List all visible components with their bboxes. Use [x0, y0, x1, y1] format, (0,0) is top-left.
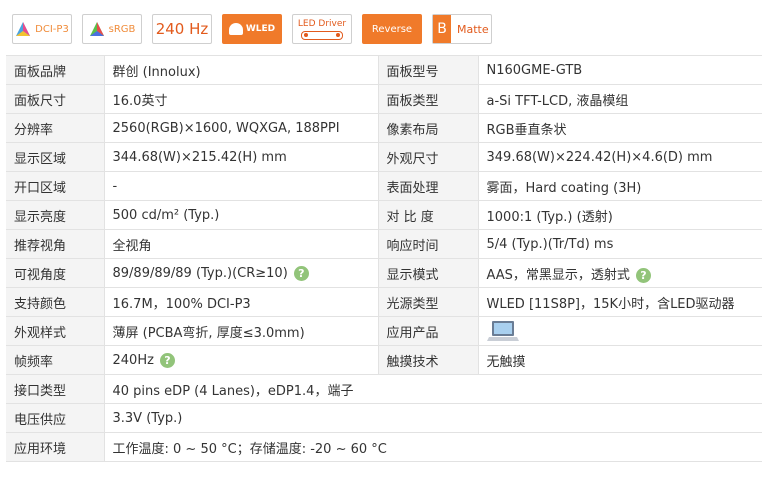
spec-value: 240Hz?	[104, 345, 379, 375]
spec-label: 面板型号	[378, 55, 479, 85]
table-row: 分辨率 2560(RGB)×1600, WQXGA, 188PPI 像素布局 R…	[6, 113, 762, 143]
spec-label: 应用环境	[6, 432, 105, 462]
spec-label: 外观尺寸	[378, 142, 479, 172]
spec-label: 电压供应	[6, 403, 105, 433]
spec-label: 响应时间	[378, 229, 479, 259]
spec-table: 面板品牌 群创 (Innolux) 面板型号 N160GME-GTB 面板尺寸 …	[6, 55, 762, 462]
spec-value: 344.68(W)×215.42(H) mm	[104, 142, 379, 172]
spec-value: 2560(RGB)×1600, WQXGA, 188PPI	[104, 113, 379, 143]
spec-value: N160GME-GTB	[478, 55, 762, 85]
spec-label: 面板品牌	[6, 55, 105, 85]
refresh-rate-badge: 240 Hz	[152, 14, 212, 44]
help-icon[interactable]: ?	[293, 265, 309, 281]
color-triangle-icon	[16, 22, 31, 36]
table-row: 外观样式 薄屏 (PCBA弯折, 厚度≤3.0mm) 应用产品	[6, 316, 762, 346]
spec-label: 开口区域	[6, 171, 105, 201]
feature-badges: DCI-P3 sRGB 240 Hz WLED LED Driver Rever…	[12, 12, 502, 46]
color-triangle-icon	[89, 22, 104, 36]
spec-value: 薄屏 (PCBA弯折, 厚度≤3.0mm)	[104, 316, 379, 346]
table-row: 电压供应 3.3V (Typ.)	[6, 403, 762, 433]
spec-value: 雾面，Hard coating (3H)	[478, 171, 762, 201]
spec-value: 无触摸	[478, 345, 762, 375]
help-icon[interactable]: ?	[159, 352, 175, 368]
spec-value: 3.3V (Typ.)	[104, 403, 762, 433]
spec-label: 面板尺寸	[6, 84, 105, 114]
spec-label: 触摸技术	[378, 345, 479, 375]
spec-label: 支持颜色	[6, 287, 105, 317]
spec-value: 89/89/89/89 (Typ.)(CR≥10)?	[104, 258, 379, 288]
table-row: 显示亮度 500 cd/m² (Typ.) 对 比 度 1000:1 (Typ.…	[6, 200, 762, 230]
spec-value: AAS，常黑显示，透射式?	[478, 258, 762, 288]
table-row: 可视角度 89/89/89/89 (Typ.)(CR≥10)? 显示模式 AAS…	[6, 258, 762, 288]
spec-value: RGB垂直条状	[478, 113, 762, 143]
spec-label: 光源类型	[378, 287, 479, 317]
help-icon[interactable]: ?	[635, 267, 651, 283]
spec-label: 接口类型	[6, 374, 105, 404]
spec-label: 显示模式	[378, 258, 479, 288]
wled-badge: WLED	[222, 14, 282, 44]
spec-label: 面板类型	[378, 84, 479, 114]
matte-badge: B Matte	[432, 14, 492, 44]
spec-value: 16.7M，100% DCI-P3	[104, 287, 379, 317]
table-row: 面板尺寸 16.0英寸 面板类型 a-Si TFT-LCD, 液晶模组	[6, 84, 762, 114]
spec-value	[478, 316, 762, 346]
table-row: 帧频率 240Hz? 触摸技术 无触摸	[6, 345, 762, 375]
table-row: 面板品牌 群创 (Innolux) 面板型号 N160GME-GTB	[6, 55, 762, 85]
led-driver-badge: LED Driver	[292, 14, 352, 44]
reverse-badge: Reverse	[362, 14, 422, 44]
spec-value: 工作温度: 0 ~ 50 °C；存储温度: -20 ~ 60 °C	[104, 432, 762, 462]
spec-value: 全视角	[104, 229, 379, 259]
spec-label: 帧频率	[6, 345, 105, 375]
spec-value: 500 cd/m² (Typ.)	[104, 200, 379, 230]
table-row: 显示区域 344.68(W)×215.42(H) mm 外观尺寸 349.68(…	[6, 142, 762, 172]
spec-value: 16.0英寸	[104, 84, 379, 114]
spec-label: 对 比 度	[378, 200, 479, 230]
dci-p3-badge: DCI-P3	[12, 14, 72, 44]
spec-label: 分辨率	[6, 113, 105, 143]
table-row: 应用环境 工作温度: 0 ~ 50 °C；存储温度: -20 ~ 60 °C	[6, 432, 762, 462]
spec-label: 推荐视角	[6, 229, 105, 259]
spec-label: 表面处理	[378, 171, 479, 201]
spec-label: 显示亮度	[6, 200, 105, 230]
srgb-badge: sRGB	[82, 14, 142, 44]
table-row: 开口区域 - 表面处理 雾面，Hard coating (3H)	[6, 171, 762, 201]
bulb-icon	[228, 23, 243, 35]
table-row: 支持颜色 16.7M，100% DCI-P3 光源类型 WLED [11S8P]…	[6, 287, 762, 317]
spec-label: 显示区域	[6, 142, 105, 172]
table-row: 接口类型 40 pins eDP (4 Lanes)，eDP1.4，端子	[6, 374, 762, 404]
table-row: 推荐视角 全视角 响应时间 5/4 (Typ.)(Tr/Td) ms	[6, 229, 762, 259]
spec-label: 外观样式	[6, 316, 105, 346]
spec-value: 40 pins eDP (4 Lanes)，eDP1.4，端子	[104, 374, 762, 404]
spec-value: 5/4 (Typ.)(Tr/Td) ms	[478, 229, 762, 259]
spec-value: a-Si TFT-LCD, 液晶模组	[478, 84, 762, 114]
spec-value: -	[104, 171, 379, 201]
spec-value: WLED [11S8P]，15K小时，含LED驱动器	[478, 287, 762, 317]
driver-strip-icon	[301, 30, 343, 40]
matte-letter: B	[433, 15, 451, 43]
laptop-icon[interactable]	[486, 320, 519, 342]
spec-label: 应用产品	[378, 316, 479, 346]
spec-value: 群创 (Innolux)	[104, 55, 379, 85]
spec-value: 349.68(W)×224.42(H)×4.6(D) mm	[478, 142, 762, 172]
spec-label: 像素布局	[378, 113, 479, 143]
spec-label: 可视角度	[6, 258, 105, 288]
spec-value: 1000:1 (Typ.) (透射)	[478, 200, 762, 230]
